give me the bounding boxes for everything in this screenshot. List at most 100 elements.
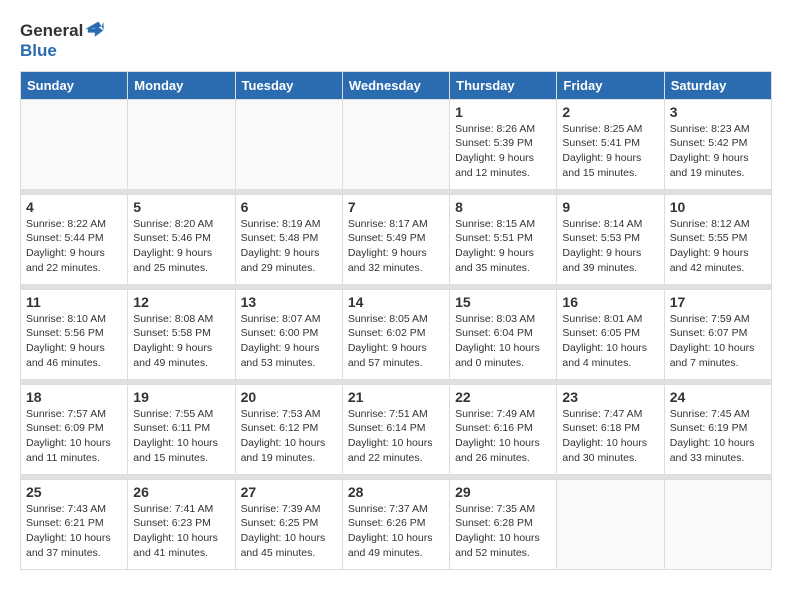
day-info: Sunrise: 8:03 AM Sunset: 6:04 PM Dayligh… xyxy=(455,312,551,371)
calendar-cell: 29Sunrise: 7:35 AM Sunset: 6:28 PM Dayli… xyxy=(450,479,557,569)
day-info: Sunrise: 8:14 AM Sunset: 5:53 PM Dayligh… xyxy=(562,217,658,276)
day-number: 2 xyxy=(562,104,658,120)
calendar-cell: 9 Sunrise: 8:14 AM Sunset: 5:53 PM Daylig… xyxy=(557,194,664,284)
day-info: Sunrise: 8:12 AM Sunset: 5:55 PM Dayligh… xyxy=(670,217,766,276)
day-info: Sunrise: 8:15 AM Sunset: 5:51 PM Dayligh… xyxy=(455,217,551,276)
day-number: 19 xyxy=(133,389,229,405)
day-info: Sunrise: 8:07 AM Sunset: 6:00 PM Dayligh… xyxy=(241,312,337,371)
day-number: 4 xyxy=(26,199,122,215)
day-info: Sunrise: 8:05 AM Sunset: 6:02 PM Dayligh… xyxy=(348,312,444,371)
calendar-cell: 1Sunrise: 8:26 AM Sunset: 5:39 PM Daylig… xyxy=(450,99,557,189)
calendar-cell: 10 Sunrise: 8:12 AM Sunset: 5:55 PM Dayli… xyxy=(664,194,771,284)
calendar-cell: 28 Sunrise: 7:37 AM Sunset: 6:26 PM Dayli… xyxy=(342,479,449,569)
day-number: 16 xyxy=(562,294,658,310)
day-info: Sunrise: 7:53 AM Sunset: 6:12 PM Dayligh… xyxy=(241,407,337,466)
day-number: 7 xyxy=(348,199,444,215)
week-row-1: 1Sunrise: 8:26 AM Sunset: 5:39 PM Daylig… xyxy=(21,99,772,189)
day-number: 14 xyxy=(348,294,444,310)
day-number: 23 xyxy=(562,389,658,405)
calendar-cell xyxy=(557,479,664,569)
calendar-cell: 23 Sunrise: 7:47 AM Sunset: 6:18 PM Dayli… xyxy=(557,384,664,474)
header-tuesday: Tuesday xyxy=(235,71,342,99)
calendar-cell: 22 Sunrise: 7:49 AM Sunset: 6:16 PM Dayli… xyxy=(450,384,557,474)
day-number: 10 xyxy=(670,199,766,215)
calendar-cell: 20 Sunrise: 7:53 AM Sunset: 6:12 PM Dayli… xyxy=(235,384,342,474)
day-number: 24 xyxy=(670,389,766,405)
calendar-cell: 7 Sunrise: 8:17 AM Sunset: 5:49 PM Daylig… xyxy=(342,194,449,284)
day-info: Sunrise: 7:43 AM Sunset: 6:21 PM Dayligh… xyxy=(26,502,122,561)
day-number: 3 xyxy=(670,104,766,120)
header-friday: Friday xyxy=(557,71,664,99)
calendar-cell: 4 Sunrise: 8:22 AM Sunset: 5:44 PM Daylig… xyxy=(21,194,128,284)
week-row-2: 4 Sunrise: 8:22 AM Sunset: 5:44 PM Daylig… xyxy=(21,194,772,284)
day-number: 8 xyxy=(455,199,551,215)
calendar-cell: 27 Sunrise: 7:39 AM Sunset: 6:25 PM Dayli… xyxy=(235,479,342,569)
header-saturday: Saturday xyxy=(664,71,771,99)
day-info: Sunrise: 8:01 AM Sunset: 6:05 PM Dayligh… xyxy=(562,312,658,371)
day-number: 21 xyxy=(348,389,444,405)
day-info: Sunrise: 7:49 AM Sunset: 6:16 PM Dayligh… xyxy=(455,407,551,466)
header-sunday: Sunday xyxy=(21,71,128,99)
day-info: Sunrise: 8:20 AM Sunset: 5:46 PM Dayligh… xyxy=(133,217,229,276)
day-info: Sunrise: 8:22 AM Sunset: 5:44 PM Dayligh… xyxy=(26,217,122,276)
calendar-cell: 11 Sunrise: 8:10 AM Sunset: 5:56 PM Dayli… xyxy=(21,289,128,379)
day-number: 6 xyxy=(241,199,337,215)
week-row-3: 11 Sunrise: 8:10 AM Sunset: 5:56 PM Dayli… xyxy=(21,289,772,379)
day-info: Sunrise: 8:08 AM Sunset: 5:58 PM Dayligh… xyxy=(133,312,229,371)
calendar-cell: 19 Sunrise: 7:55 AM Sunset: 6:11 PM Dayli… xyxy=(128,384,235,474)
day-info: Sunrise: 7:55 AM Sunset: 6:11 PM Dayligh… xyxy=(133,407,229,466)
header-thursday: Thursday xyxy=(450,71,557,99)
calendar-cell: 2 Sunrise: 8:25 AM Sunset: 5:41 PM Daylig… xyxy=(557,99,664,189)
day-number: 18 xyxy=(26,389,122,405)
calendar-header-row: SundayMondayTuesdayWednesdayThursdayFrid… xyxy=(21,71,772,99)
day-number: 9 xyxy=(562,199,658,215)
day-info: Sunrise: 7:59 AM Sunset: 6:07 PM Dayligh… xyxy=(670,312,766,371)
calendar-cell xyxy=(128,99,235,189)
day-info: Sunrise: 7:39 AM Sunset: 6:25 PM Dayligh… xyxy=(241,502,337,561)
day-number: 20 xyxy=(241,389,337,405)
calendar-cell: 26 Sunrise: 7:41 AM Sunset: 6:23 PM Dayli… xyxy=(128,479,235,569)
calendar-cell: 18Sunrise: 7:57 AM Sunset: 6:09 PM Dayli… xyxy=(21,384,128,474)
calendar-cell: 15 Sunrise: 8:03 AM Sunset: 6:04 PM Dayli… xyxy=(450,289,557,379)
day-number: 11 xyxy=(26,294,122,310)
day-number: 27 xyxy=(241,484,337,500)
header-wednesday: Wednesday xyxy=(342,71,449,99)
day-info: Sunrise: 8:25 AM Sunset: 5:41 PM Dayligh… xyxy=(562,122,658,181)
calendar-cell xyxy=(21,99,128,189)
calendar-cell: 13Sunrise: 8:07 AM Sunset: 6:00 PM Dayli… xyxy=(235,289,342,379)
day-number: 25 xyxy=(26,484,122,500)
day-number: 15 xyxy=(455,294,551,310)
day-info: Sunrise: 7:45 AM Sunset: 6:19 PM Dayligh… xyxy=(670,407,766,466)
day-info: Sunrise: 7:51 AM Sunset: 6:14 PM Dayligh… xyxy=(348,407,444,466)
calendar-cell: 6Sunrise: 8:19 AM Sunset: 5:48 PM Daylig… xyxy=(235,194,342,284)
day-number: 26 xyxy=(133,484,229,500)
day-info: Sunrise: 8:17 AM Sunset: 5:49 PM Dayligh… xyxy=(348,217,444,276)
logo-text: General Blue xyxy=(20,20,107,61)
calendar-cell xyxy=(235,99,342,189)
day-number: 12 xyxy=(133,294,229,310)
calendar-cell: 25 Sunrise: 7:43 AM Sunset: 6:21 PM Dayli… xyxy=(21,479,128,569)
day-info: Sunrise: 7:47 AM Sunset: 6:18 PM Dayligh… xyxy=(562,407,658,466)
day-info: Sunrise: 7:37 AM Sunset: 6:26 PM Dayligh… xyxy=(348,502,444,561)
calendar-cell: 24 Sunrise: 7:45 AM Sunset: 6:19 PM Dayli… xyxy=(664,384,771,474)
calendar-cell: 16 Sunrise: 8:01 AM Sunset: 6:05 PM Dayli… xyxy=(557,289,664,379)
day-info: Sunrise: 8:23 AM Sunset: 5:42 PM Dayligh… xyxy=(670,122,766,181)
logo-arrow-icon xyxy=(85,20,107,42)
day-number: 1 xyxy=(455,104,551,120)
calendar-cell: 8 Sunrise: 8:15 AM Sunset: 5:51 PM Daylig… xyxy=(450,194,557,284)
day-number: 5 xyxy=(133,199,229,215)
day-number: 22 xyxy=(455,389,551,405)
calendar-cell: 3 Sunrise: 8:23 AM Sunset: 5:42 PM Daylig… xyxy=(664,99,771,189)
calendar-cell: 14 Sunrise: 8:05 AM Sunset: 6:02 PM Dayli… xyxy=(342,289,449,379)
day-number: 28 xyxy=(348,484,444,500)
calendar-cell: 12 Sunrise: 8:08 AM Sunset: 5:58 PM Dayli… xyxy=(128,289,235,379)
calendar-cell: 21 Sunrise: 7:51 AM Sunset: 6:14 PM Dayli… xyxy=(342,384,449,474)
day-info: Sunrise: 8:10 AM Sunset: 5:56 PM Dayligh… xyxy=(26,312,122,371)
day-info: Sunrise: 7:41 AM Sunset: 6:23 PM Dayligh… xyxy=(133,502,229,561)
calendar-cell xyxy=(664,479,771,569)
week-row-4: 18Sunrise: 7:57 AM Sunset: 6:09 PM Dayli… xyxy=(21,384,772,474)
day-info: Sunrise: 7:35 AM Sunset: 6:28 PM Dayligh… xyxy=(455,502,551,561)
calendar-table: SundayMondayTuesdayWednesdayThursdayFrid… xyxy=(20,71,772,570)
header-monday: Monday xyxy=(128,71,235,99)
page-header: General Blue xyxy=(20,20,772,61)
